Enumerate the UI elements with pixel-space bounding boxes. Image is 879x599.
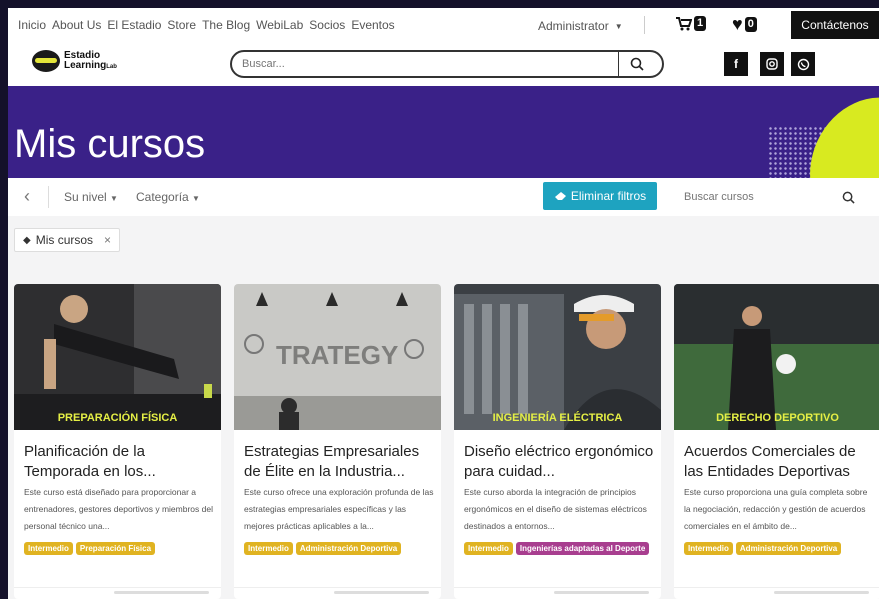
course-title[interactable]: Estrategias Empresariales de Élite en la… [244,442,434,482]
course-card[interactable]: INGENIERÍA ELÉCTRICA Diseño eléctrico er… [454,284,661,599]
page-title: Mis cursos [14,122,206,166]
level-tag: Intermedio [684,542,733,555]
caret-down-icon: ▼ [192,194,200,203]
divider [644,16,645,34]
course-description: Este curso ofrece una exploración profun… [244,487,434,531]
user-name: Administrator [538,19,609,33]
caret-down-icon: ▼ [110,194,118,203]
course-image: INGENIERÍA ELÉCTRICA [454,284,661,430]
nav-link-el-estadio[interactable]: El Estadio [107,18,161,32]
stadium-logo-icon [32,50,60,72]
facebook-icon[interactable]: f [724,52,748,76]
wishlist-button[interactable]: ♥ 0 [732,14,757,35]
filter-bar: ‹ Su nivel ▼ Categoría ▼ Eliminar filtro… [8,178,879,216]
svg-text:TRATEGY: TRATEGY [276,340,398,370]
category-tag: Ingenierías adaptadas al Deporte [515,542,650,555]
level-tag: Intermedio [464,542,513,555]
caret-down-icon: ▼ [614,21,623,31]
course-search-input[interactable] [676,191,842,203]
site-search [230,50,664,78]
nav-link-socios[interactable]: Socios [309,18,345,32]
course-title[interactable]: Planificación de la Temporada en los... [24,442,214,482]
site-search-button[interactable] [618,52,654,76]
search-icon [630,57,644,71]
course-category: PREPARACIÓN FÍSICA [57,412,178,424]
logo-text: Estadio LearningLab [64,49,117,71]
search-icon[interactable] [842,191,855,204]
cart-button[interactable]: 1 [676,16,707,31]
tag-icon: ◆ [23,234,31,246]
course-search [676,182,870,212]
hero-banner: Mis cursos [8,86,879,178]
course-card[interactable]: TRATEGY Estrategias Empresariales de Éli… [234,284,441,599]
course-title[interactable]: Diseño eléctrico ergonómico para cuidad.… [464,442,654,482]
divider [674,587,879,588]
chevron-left-icon[interactable]: ‹ [24,186,30,207]
nav-link-eventos[interactable]: Eventos [351,18,394,32]
nav-link-the-blog[interactable]: The Blog [202,18,250,32]
course-image: DERECHO DEPORTIVO [674,284,879,430]
progress-bar [554,591,649,594]
cart-count: 1 [694,16,707,31]
remove-filter-icon[interactable]: × [104,233,111,247]
course-tags: Intermedio Administración Deportiva [684,542,879,555]
category-tag: Preparación Física [75,542,156,555]
nav-link-about-us[interactable]: About Us [52,18,101,32]
header-bar: Estadio LearningLab f [8,42,879,86]
course-tags: Intermedio Ingenierías adaptadas al Depo… [464,542,659,555]
category-filter[interactable]: Categoría ▼ [136,190,200,204]
nav-link-inicio[interactable]: Inicio [18,18,46,32]
course-image: TRATEGY [234,284,441,430]
site-search-input[interactable] [232,58,618,70]
course-title[interactable]: Acuerdos Comerciales de las Entidades De… [684,442,874,482]
heart-icon: ♥ [732,14,743,34]
active-filter-chip: ◆ Mis cursos × [14,228,121,252]
course-description: Este curso está diseñado para proporcion… [24,487,213,531]
progress-bar [114,591,209,594]
top-nav: Inicio About Us El Estadio Store The Blo… [18,18,395,32]
course-tags: Intermedio Administración Deportiva [244,542,439,555]
course-card[interactable]: DERECHO DEPORTIVO Acuerdos Comerciales d… [674,284,879,599]
level-tag: Intermedio [244,542,293,555]
divider [14,587,221,588]
cart-icon [676,16,692,30]
category-tag: Administración Deportiva [735,542,842,555]
wishlist-count: 0 [744,17,757,32]
course-category: INGENIERÍA ELÉCTRICA [492,412,623,424]
user-menu[interactable]: Administrator ▼ [538,19,623,33]
clear-filters-button[interactable]: Eliminar filtros [543,182,657,210]
course-category: DERECHO DEPORTIVO [716,412,839,424]
course-card[interactable]: PREPARACIÓN FÍSICA Planificación de la T… [14,284,221,599]
divider [234,587,441,588]
course-description: Este curso aborda la integración de prin… [464,487,647,531]
course-tags: Intermedio Preparación Física [24,542,219,555]
eraser-icon [554,192,566,200]
divider [48,186,49,208]
nav-link-store[interactable]: Store [167,18,196,32]
main-content: ‹ Su nivel ▼ Categoría ▼ Eliminar filtro… [8,178,879,599]
whatsapp-icon[interactable] [791,52,815,76]
top-navbar: Inicio About Us El Estadio Store The Blo… [8,8,879,42]
level-tag: Intermedio [24,542,73,555]
progress-bar [774,591,869,594]
level-filter[interactable]: Su nivel ▼ [64,190,118,204]
course-image: PREPARACIÓN FÍSICA [14,284,221,430]
course-description: Este curso proporciona una guía completa… [684,487,868,531]
logo[interactable]: Estadio LearningLab [32,50,117,72]
divider [454,587,661,588]
instagram-icon[interactable] [760,52,784,76]
nav-link-webilab[interactable]: WebiLab [256,18,303,32]
progress-bar [334,591,429,594]
category-tag: Administración Deportiva [295,542,402,555]
contact-button[interactable]: Contáctenos [791,11,879,39]
